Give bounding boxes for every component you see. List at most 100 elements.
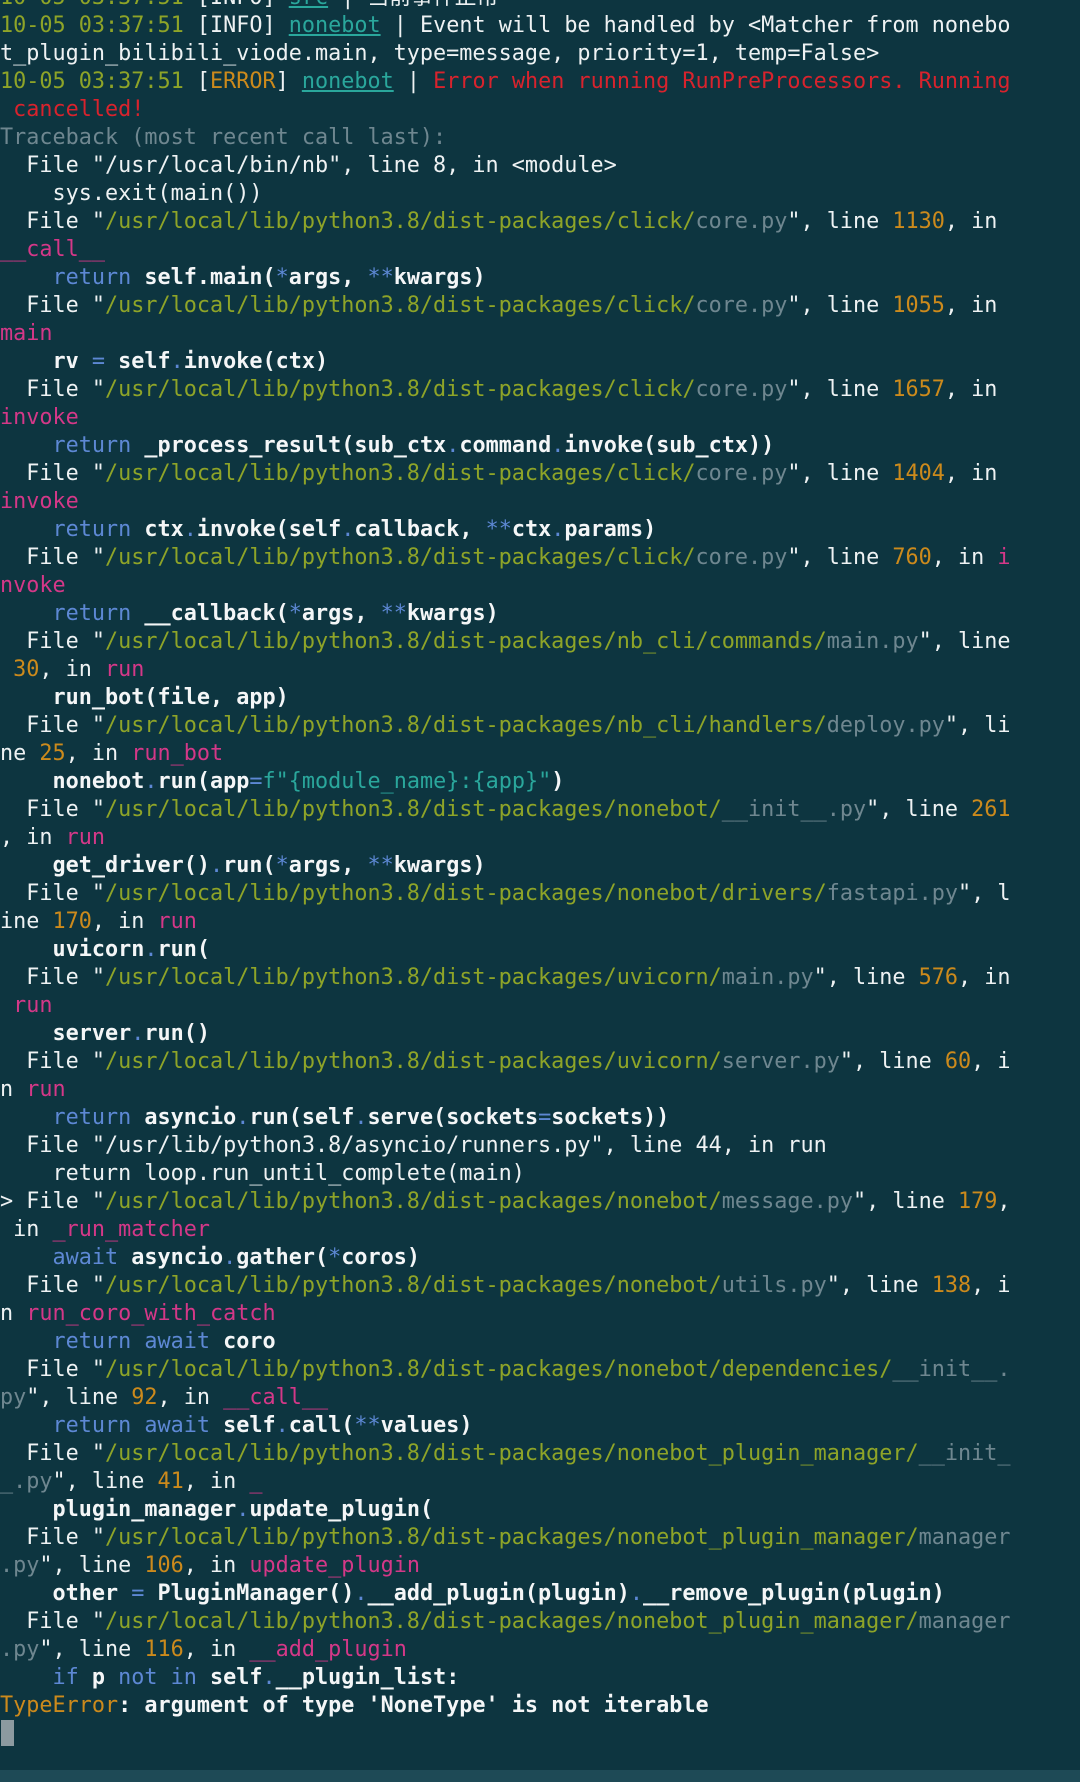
terminal-text: invoke xyxy=(0,489,79,514)
terminal-text: in xyxy=(0,1217,53,1242)
terminal-text: ", l xyxy=(957,881,1011,906)
terminal-text: values) xyxy=(380,1413,473,1438)
terminal-text: 60 xyxy=(944,1049,972,1074)
terminal-text: . xyxy=(551,517,565,542)
terminal-text: 1657 xyxy=(892,377,945,402)
terminal-line: .py", line 106, in update_plugin xyxy=(0,1552,420,1580)
terminal-line: main xyxy=(0,320,53,348)
terminal-text: _ xyxy=(249,1469,263,1494)
terminal-text: args, xyxy=(288,265,368,290)
terminal-line: run xyxy=(0,992,53,1020)
terminal-text: 25 xyxy=(39,741,66,766)
terminal-text: main xyxy=(0,321,53,346)
terminal-output[interactable]: 10-05 03:37:51 [INFO] src | 当前事件正常 10-05 … xyxy=(0,0,1080,1782)
terminal-text: ** xyxy=(367,853,394,878)
terminal-text: , in xyxy=(944,209,998,234)
terminal-line: File "/usr/local/bin/nb", line 8, in <mo… xyxy=(0,152,617,180)
terminal-text: run xyxy=(26,1077,66,1102)
terminal-text: /usr/local/lib/python3.8/dist-packages/n… xyxy=(104,881,827,906)
terminal-cursor xyxy=(1,1720,14,1746)
terminal-line: if p not in self.__plugin_list: xyxy=(0,1664,460,1692)
terminal-text: await xyxy=(52,1245,119,1270)
terminal-text: gather( xyxy=(236,1245,329,1270)
terminal-text: 261 xyxy=(971,797,1011,822)
terminal-text: __call__ xyxy=(0,237,105,262)
terminal-line: 10-05 03:37:51 [INFO] src | 当前事件正常 xyxy=(0,0,498,12)
terminal-line: _.py", line 41, in _ xyxy=(0,1468,262,1496)
terminal-text: __call__ xyxy=(223,1385,329,1410)
terminal-text: 576 xyxy=(918,965,958,990)
terminal-line: py", line 92, in __call__ xyxy=(0,1384,328,1412)
terminal-text: File " xyxy=(0,209,105,234)
terminal-text: 116 xyxy=(144,1637,184,1662)
terminal-text: run xyxy=(13,993,53,1018)
terminal-line: run_bot(file, app) xyxy=(0,684,288,712)
terminal-text: py xyxy=(0,1385,27,1410)
terminal-text: . xyxy=(262,1665,276,1690)
terminal-text: ", line xyxy=(52,1469,158,1494)
terminal-text: return loop.run_until_complete(main) xyxy=(0,1161,525,1186)
terminal-text: ", line xyxy=(787,209,893,234)
terminal-text: nonebot xyxy=(301,69,394,94)
terminal-text: = xyxy=(131,1581,145,1606)
terminal-line: , in run xyxy=(0,824,105,852)
terminal-text: File " xyxy=(0,545,105,570)
terminal-line: n run_coro_with_catch xyxy=(0,1300,276,1328)
terminal-text: Error when running RunPreProcessors. Run… xyxy=(433,69,1011,94)
terminal-text: . xyxy=(629,1581,644,1606)
terminal-line: File "/usr/local/lib/python3.8/dist-pack… xyxy=(0,376,997,404)
terminal-text: ** xyxy=(485,517,512,542)
terminal-text: asyncio xyxy=(131,1105,237,1130)
terminal-text: ctx xyxy=(131,517,184,542)
terminal-text: /usr/local/lib/python3.8/dist-packages/n… xyxy=(104,1525,919,1550)
terminal-text: . xyxy=(275,1413,289,1438)
terminal-text: if xyxy=(52,1665,79,1690)
terminal-text: , in xyxy=(39,657,105,682)
terminal-text: run( xyxy=(157,937,210,962)
terminal-text: nonebot xyxy=(288,13,381,38)
terminal-text: asyncio xyxy=(118,1245,224,1270)
terminal-text: , in xyxy=(183,1637,250,1662)
terminal-text: [INFO] xyxy=(197,0,289,10)
terminal-line: nonebot.run(app=f"{module_name}:{app}") xyxy=(0,768,564,796)
terminal-text: return await xyxy=(52,1413,210,1438)
terminal-text: File " xyxy=(0,1357,105,1382)
terminal-text: ", line xyxy=(39,1553,145,1578)
terminal-text: /usr/local/lib/python3.8/dist-packages/n… xyxy=(104,1273,722,1298)
terminal-line: 30, in run xyxy=(0,656,144,684)
terminal-text: File " xyxy=(0,1441,105,1466)
terminal-text: invoke xyxy=(0,405,79,430)
terminal-text: ", line xyxy=(787,377,893,402)
terminal-text: /usr/local/lib/python3.8/dist-packages/n… xyxy=(104,797,722,822)
terminal-text: 106 xyxy=(144,1553,184,1578)
terminal-text: server xyxy=(0,1021,132,1046)
terminal-text: return xyxy=(52,1105,132,1130)
terminal-text: , in xyxy=(65,741,132,766)
terminal-text: p xyxy=(78,1665,119,1690)
terminal-text: File " xyxy=(0,377,105,402)
terminal-text: core.py xyxy=(695,461,788,486)
terminal-line: 10-05 03:37:51 [ERROR] nonebot | Error w… xyxy=(0,68,1011,96)
terminal-text: core.py xyxy=(695,209,788,234)
terminal-text: . xyxy=(144,769,158,794)
terminal-text: 760 xyxy=(892,545,932,570)
terminal-text: , in xyxy=(958,965,1011,990)
terminal-text: File " xyxy=(0,461,105,486)
terminal-text: params) xyxy=(564,517,657,542)
terminal-line: await asyncio.gather(*coros) xyxy=(0,1244,420,1272)
terminal-text: , i xyxy=(971,1049,1011,1074)
terminal-text: 30 xyxy=(13,657,40,682)
terminal-text: , in xyxy=(931,545,998,570)
terminal-line: return ctx.invoke(self.callback, **ctx.p… xyxy=(0,516,657,544)
terminal-text: /usr/local/lib/python3.8/dist-packages/n… xyxy=(104,1189,722,1214)
terminal-text: n xyxy=(0,1077,27,1102)
terminal-text: , i xyxy=(971,1273,1011,1298)
terminal-text: . xyxy=(236,1497,250,1522)
terminal-text: ", line xyxy=(787,545,893,570)
